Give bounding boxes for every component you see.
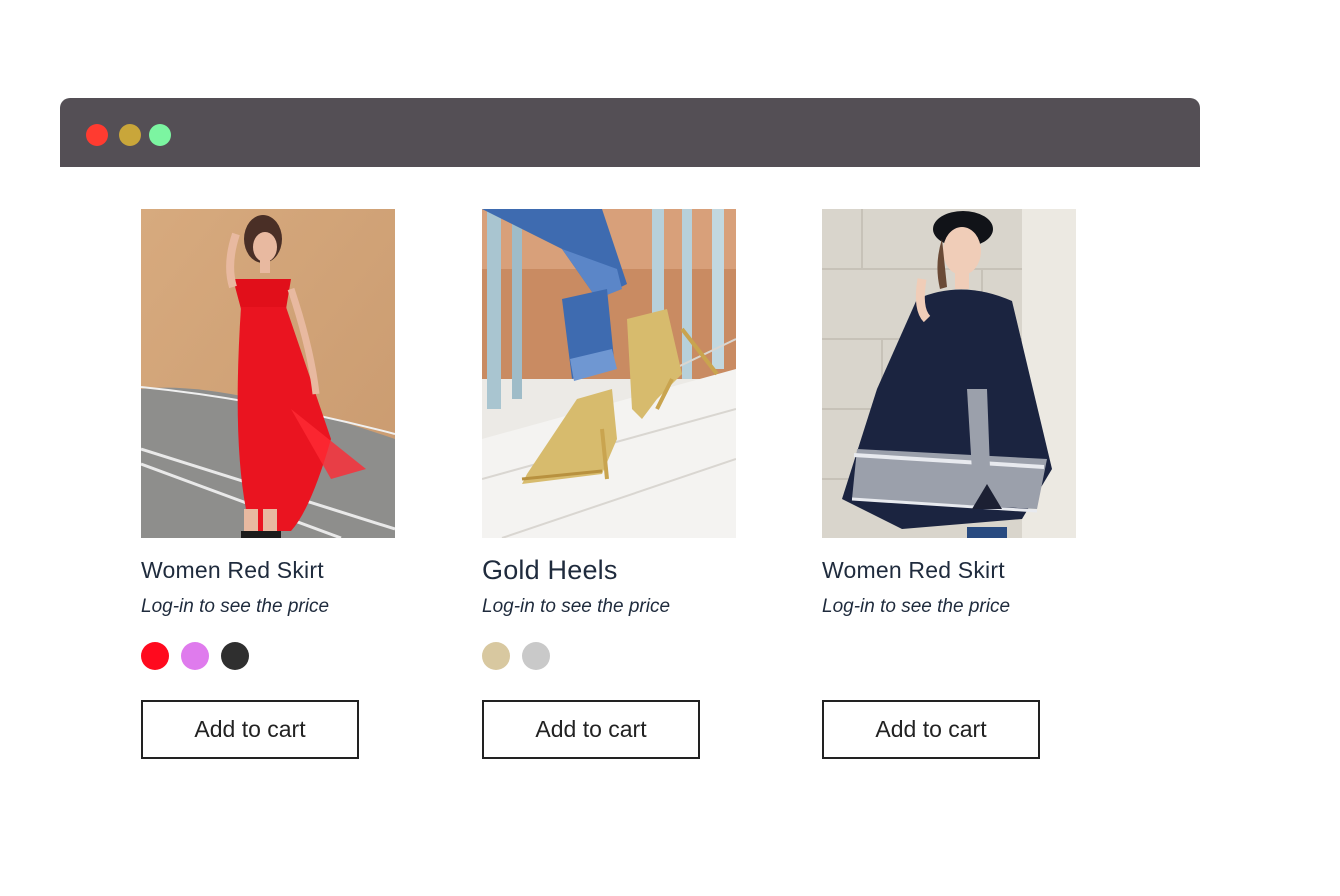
product-image-gold-heels[interactable] [482, 209, 736, 538]
product-image-navy-poncho[interactable] [822, 209, 1076, 538]
color-swatch-pink[interactable] [181, 642, 209, 670]
add-to-cart-button[interactable]: Add to cart [482, 700, 700, 759]
product-name[interactable]: Women Red Skirt [141, 557, 324, 584]
color-swatches [482, 642, 562, 670]
product-card-red-dress: Women Red Skirt Log-in to see the price … [141, 209, 395, 759]
color-swatches [141, 642, 261, 670]
product-name[interactable]: Gold Heels [482, 555, 618, 586]
window-title-bar [60, 98, 1200, 167]
color-swatch-silver[interactable] [522, 642, 550, 670]
add-to-cart-button[interactable]: Add to cart [141, 700, 359, 759]
price-note: Log-in to see the price [141, 596, 330, 617]
product-image-red-dress[interactable] [141, 209, 395, 538]
price-note: Log-in to see the price [482, 596, 671, 617]
color-swatch-red[interactable] [141, 642, 169, 670]
product-card-navy-poncho: Women Red Skirt Log-in to see the price … [822, 209, 1076, 759]
minimize-window-icon[interactable] [119, 124, 141, 146]
maximize-window-icon[interactable] [149, 124, 171, 146]
color-swatch-black[interactable] [221, 642, 249, 670]
close-window-icon[interactable] [86, 124, 108, 146]
price-note: Log-in to see the price [822, 596, 1011, 617]
color-swatch-beige[interactable] [482, 642, 510, 670]
product-card-gold-heels: Gold Heels Log-in to see the price Add t… [482, 209, 736, 759]
product-name[interactable]: Women Red Skirt [822, 557, 1005, 584]
add-to-cart-button[interactable]: Add to cart [822, 700, 1040, 759]
